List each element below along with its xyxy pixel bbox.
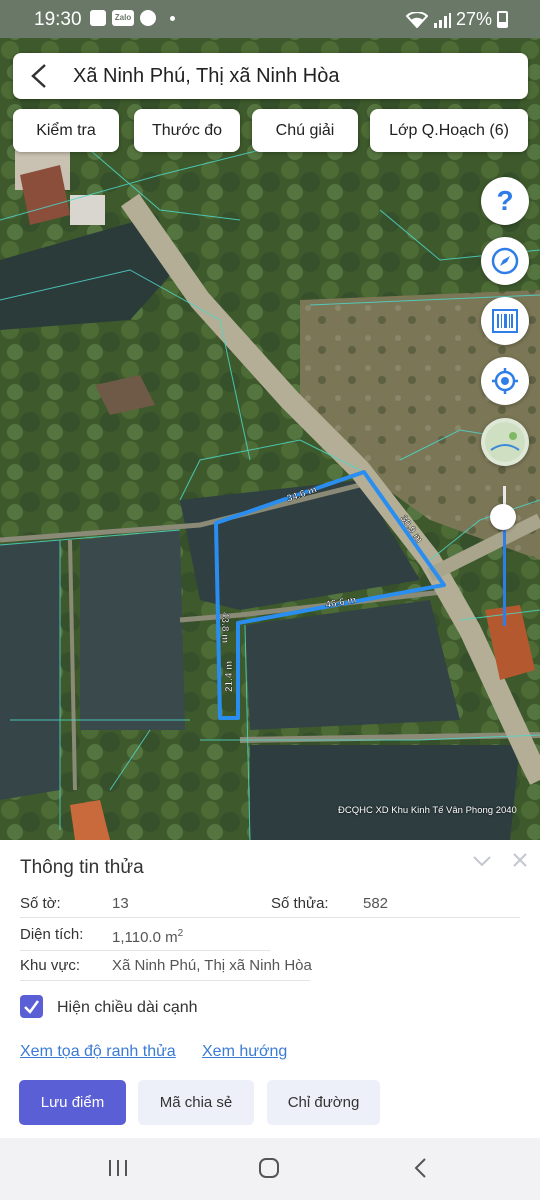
compass-button[interactable] bbox=[481, 237, 529, 285]
parcel-number-label: Số thửa: bbox=[271, 895, 329, 912]
clock: 19:30 bbox=[34, 9, 82, 30]
sheet-number-value: 13 bbox=[112, 895, 129, 912]
location-header: Xã Ninh Phú, Thị xã Ninh Hòa bbox=[13, 53, 528, 99]
system-nav-bar bbox=[0, 1138, 540, 1200]
share-code-button[interactable]: Mã chia sẻ bbox=[138, 1080, 254, 1125]
gallery-icon bbox=[90, 10, 106, 26]
system-icons: 27% bbox=[405, 9, 508, 30]
sheet-number-label: Số tờ: bbox=[20, 895, 61, 912]
save-point-button[interactable]: Lưu điểm bbox=[19, 1080, 126, 1125]
edge-label-west: 43.8 m bbox=[219, 612, 230, 643]
region-value: Xã Ninh Phú, Thị xã Ninh Hòa bbox=[112, 957, 312, 974]
view-coords-link[interactable]: Xem tọa độ ranh thửa bbox=[20, 1043, 176, 1061]
area-label: Diện tích: bbox=[20, 926, 84, 943]
map-attribution: ĐCQHC XD Khu Kinh Tế Vân Phong 2040 bbox=[338, 805, 517, 816]
back-icon[interactable] bbox=[413, 1157, 427, 1179]
satellite-map: 34.6 m 30.9 m 46.6 m 43.8 m 21.4 m bbox=[0, 38, 540, 840]
compass-icon bbox=[491, 247, 519, 275]
back-arrow-icon[interactable] bbox=[27, 62, 53, 90]
wifi-icon bbox=[405, 11, 428, 28]
legend-button[interactable]: Chú giải bbox=[252, 109, 358, 152]
barcode-icon bbox=[492, 309, 518, 333]
area-value: 1,110.0 m2 bbox=[112, 928, 184, 946]
measure-button[interactable]: Thước đo bbox=[134, 109, 240, 152]
planning-layers-button[interactable]: Lớp Q.Hoạch (6) bbox=[370, 109, 528, 152]
notification-icons: Zalo bbox=[90, 10, 175, 26]
dot-icon bbox=[170, 15, 175, 21]
view-direction-link[interactable]: Xem hướng bbox=[202, 1043, 287, 1061]
battery-icon bbox=[497, 11, 508, 28]
map-layer-button[interactable] bbox=[481, 418, 529, 466]
signal-icon bbox=[433, 12, 451, 28]
directions-button[interactable]: Chỉ đường bbox=[267, 1080, 380, 1125]
show-edge-length-label[interactable]: Hiện chiều dài cạnh bbox=[57, 999, 198, 1017]
checkmark-icon bbox=[24, 1000, 40, 1014]
my-location-icon bbox=[492, 368, 518, 394]
barcode-button[interactable] bbox=[481, 297, 529, 345]
map-view[interactable]: 34.6 m 30.9 m 46.6 m 43.8 m 21.4 m bbox=[0, 38, 540, 840]
check-button[interactable]: Kiểm tra bbox=[13, 109, 119, 152]
my-location-button[interactable] bbox=[481, 357, 529, 405]
edge-label-inner: 21.4 m bbox=[224, 661, 235, 692]
region-label: Khu vực: bbox=[20, 957, 81, 974]
zalo-icon: Zalo bbox=[112, 10, 134, 26]
show-edge-length-checkbox[interactable] bbox=[20, 995, 43, 1018]
chevron-down-icon[interactable] bbox=[472, 854, 492, 868]
recent-apps-icon[interactable] bbox=[107, 1158, 129, 1178]
parcel-number-value: 582 bbox=[363, 895, 389, 912]
parcel-info-panel: Thông tin thửa Số tờ: 13 Số thửa: 582 Di… bbox=[0, 840, 540, 1138]
opacity-slider-thumb[interactable] bbox=[490, 504, 516, 530]
status-bar: 19:30 Zalo 27% bbox=[0, 0, 540, 38]
battery-text: 27% bbox=[455, 9, 492, 29]
panel-title: Thông tin thửa bbox=[20, 857, 144, 878]
facebook-icon bbox=[140, 10, 156, 26]
location-title: Xã Ninh Phú, Thị xã Ninh Hòa bbox=[73, 65, 340, 87]
home-icon[interactable] bbox=[258, 1158, 280, 1178]
map-layer-icon bbox=[485, 422, 525, 462]
help-icon: ? bbox=[496, 185, 514, 216]
help-button[interactable]: ? bbox=[481, 177, 529, 225]
close-icon[interactable] bbox=[512, 852, 528, 868]
